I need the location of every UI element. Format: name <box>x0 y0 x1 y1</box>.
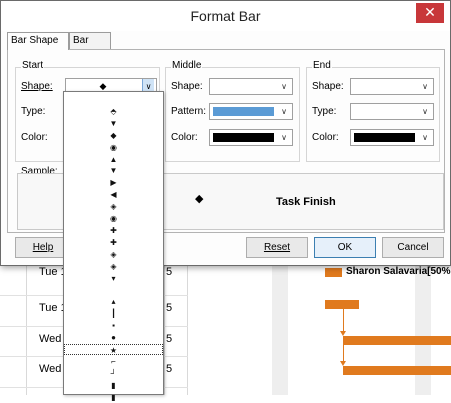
shape-option[interactable]: ▴ <box>64 296 163 307</box>
end-group-label: End <box>312 60 332 71</box>
color-swatch <box>354 133 415 142</box>
end-shape-dropdown[interactable]: ∨ <box>350 78 434 95</box>
gantt-bar[interactable] <box>325 300 359 309</box>
chevron-down-icon: ∨ <box>422 107 428 116</box>
link-line <box>343 309 344 333</box>
shape-option[interactable]: ◈ <box>64 201 163 212</box>
title-bar: Format Bar ✕ <box>1 1 450 31</box>
gantt-bar[interactable] <box>325 268 342 277</box>
start-group-label: Start <box>21 60 45 71</box>
shape-option[interactable]: ✚ <box>64 237 163 248</box>
end-type-dropdown[interactable]: ∨ <box>350 103 434 120</box>
task-start-date: Wed <box>39 363 62 375</box>
shape-option[interactable]: ▪ <box>64 320 163 331</box>
task-start-date: Wed <box>39 333 62 345</box>
shape-option[interactable]: ◀ <box>64 189 163 200</box>
end-color-label: Color: <box>312 132 339 143</box>
start-type-label: Type: <box>21 106 46 117</box>
shape-option[interactable] <box>64 284 163 295</box>
shape-option[interactable]: ▾ <box>64 273 163 284</box>
shape-option[interactable]: ◈ <box>64 249 163 260</box>
shape-option[interactable]: ┘ <box>64 368 163 379</box>
middle-pattern-label: Pattern: <box>171 106 207 117</box>
chevron-down-icon: ∨ <box>281 133 287 142</box>
shape-option[interactable] <box>64 94 163 105</box>
shape-option[interactable]: ▲ <box>64 154 163 165</box>
end-type-label: Type: <box>312 106 337 117</box>
shape-option[interactable]: ▶ <box>64 177 163 188</box>
tab-bar-shape[interactable]: Bar Shape <box>7 32 69 50</box>
shape-option[interactable]: ★ <box>64 343 163 355</box>
task-duration: 5 <box>166 302 173 314</box>
grid-line <box>164 250 165 395</box>
shape-option[interactable]: ◉ <box>64 142 163 153</box>
shape-option[interactable]: ▼ <box>64 118 163 129</box>
sample-marker-icon: ◆ <box>195 193 204 205</box>
middle-shape-label: Shape: <box>171 81 203 92</box>
chevron-down-icon: ∨ <box>281 82 287 91</box>
shape-option[interactable]: ◈ <box>64 261 163 272</box>
sample-text: Task Finish <box>276 196 336 208</box>
task-duration: 5 <box>166 266 173 278</box>
task-duration: 5 <box>166 363 173 375</box>
shape-option[interactable]: ◆ <box>64 130 163 141</box>
shape-option[interactable]: ⬘ <box>64 106 163 117</box>
grid-line <box>187 250 188 395</box>
gantt-bar[interactable] <box>343 366 451 375</box>
task-duration: 5 <box>166 333 173 345</box>
gantt-bar[interactable] <box>343 336 451 345</box>
cancel-button[interactable]: Cancel <box>382 237 444 258</box>
chevron-down-icon: ∨ <box>422 82 428 91</box>
resource-label: Sharon Salavaria[50% <box>346 266 451 277</box>
shape-option[interactable]: ⌐ <box>64 356 163 367</box>
shape-dropdown-list[interactable]: ⬘ ▼ ◆ ◉ ▲ ▼ ▶ ◀ ◈ ◉ ✚ ✚ ◈ ◈ ▾ ▴ ┃ ▪ ● ★ ⌐ ┘ ▮ ▮ <box>63 91 164 402</box>
close-icon: ✕ <box>424 4 436 20</box>
ok-button[interactable]: OK <box>314 237 376 258</box>
grid-line <box>26 250 27 395</box>
middle-shape-dropdown[interactable]: ∨ <box>209 78 293 95</box>
tab-bar-text[interactable]: Bar Text <box>69 32 111 62</box>
dialog-title: Format Bar <box>190 8 261 24</box>
shape-option[interactable]: ┃ <box>64 308 163 319</box>
shape-option[interactable]: ▮ <box>64 380 163 391</box>
reset-button[interactable]: Reset <box>246 237 308 258</box>
close-button[interactable]: ✕ <box>416 3 444 23</box>
middle-group-label: Middle <box>171 60 203 71</box>
shape-option[interactable]: ◉ <box>64 213 163 224</box>
end-shape-label: Shape: <box>312 81 344 92</box>
shape-option[interactable]: ● <box>64 332 163 343</box>
color-swatch <box>213 133 274 142</box>
middle-color-dropdown[interactable]: ∨ <box>209 129 293 146</box>
start-shape-label: Shape: <box>21 81 53 92</box>
shape-option[interactable]: ▼ <box>64 165 163 176</box>
shape-option[interactable]: ✚ <box>64 225 163 236</box>
shape-option[interactable]: ▮ <box>64 392 163 403</box>
chevron-down-icon: ∨ <box>422 133 428 142</box>
chevron-down-icon: ∨ <box>281 107 287 116</box>
middle-color-label: Color: <box>171 132 198 143</box>
end-color-dropdown[interactable]: ∨ <box>350 129 434 146</box>
middle-pattern-dropdown[interactable]: ∨ <box>209 103 293 120</box>
nonworking-column <box>272 250 288 395</box>
start-color-label: Color: <box>21 132 48 143</box>
pattern-swatch <box>213 107 274 116</box>
